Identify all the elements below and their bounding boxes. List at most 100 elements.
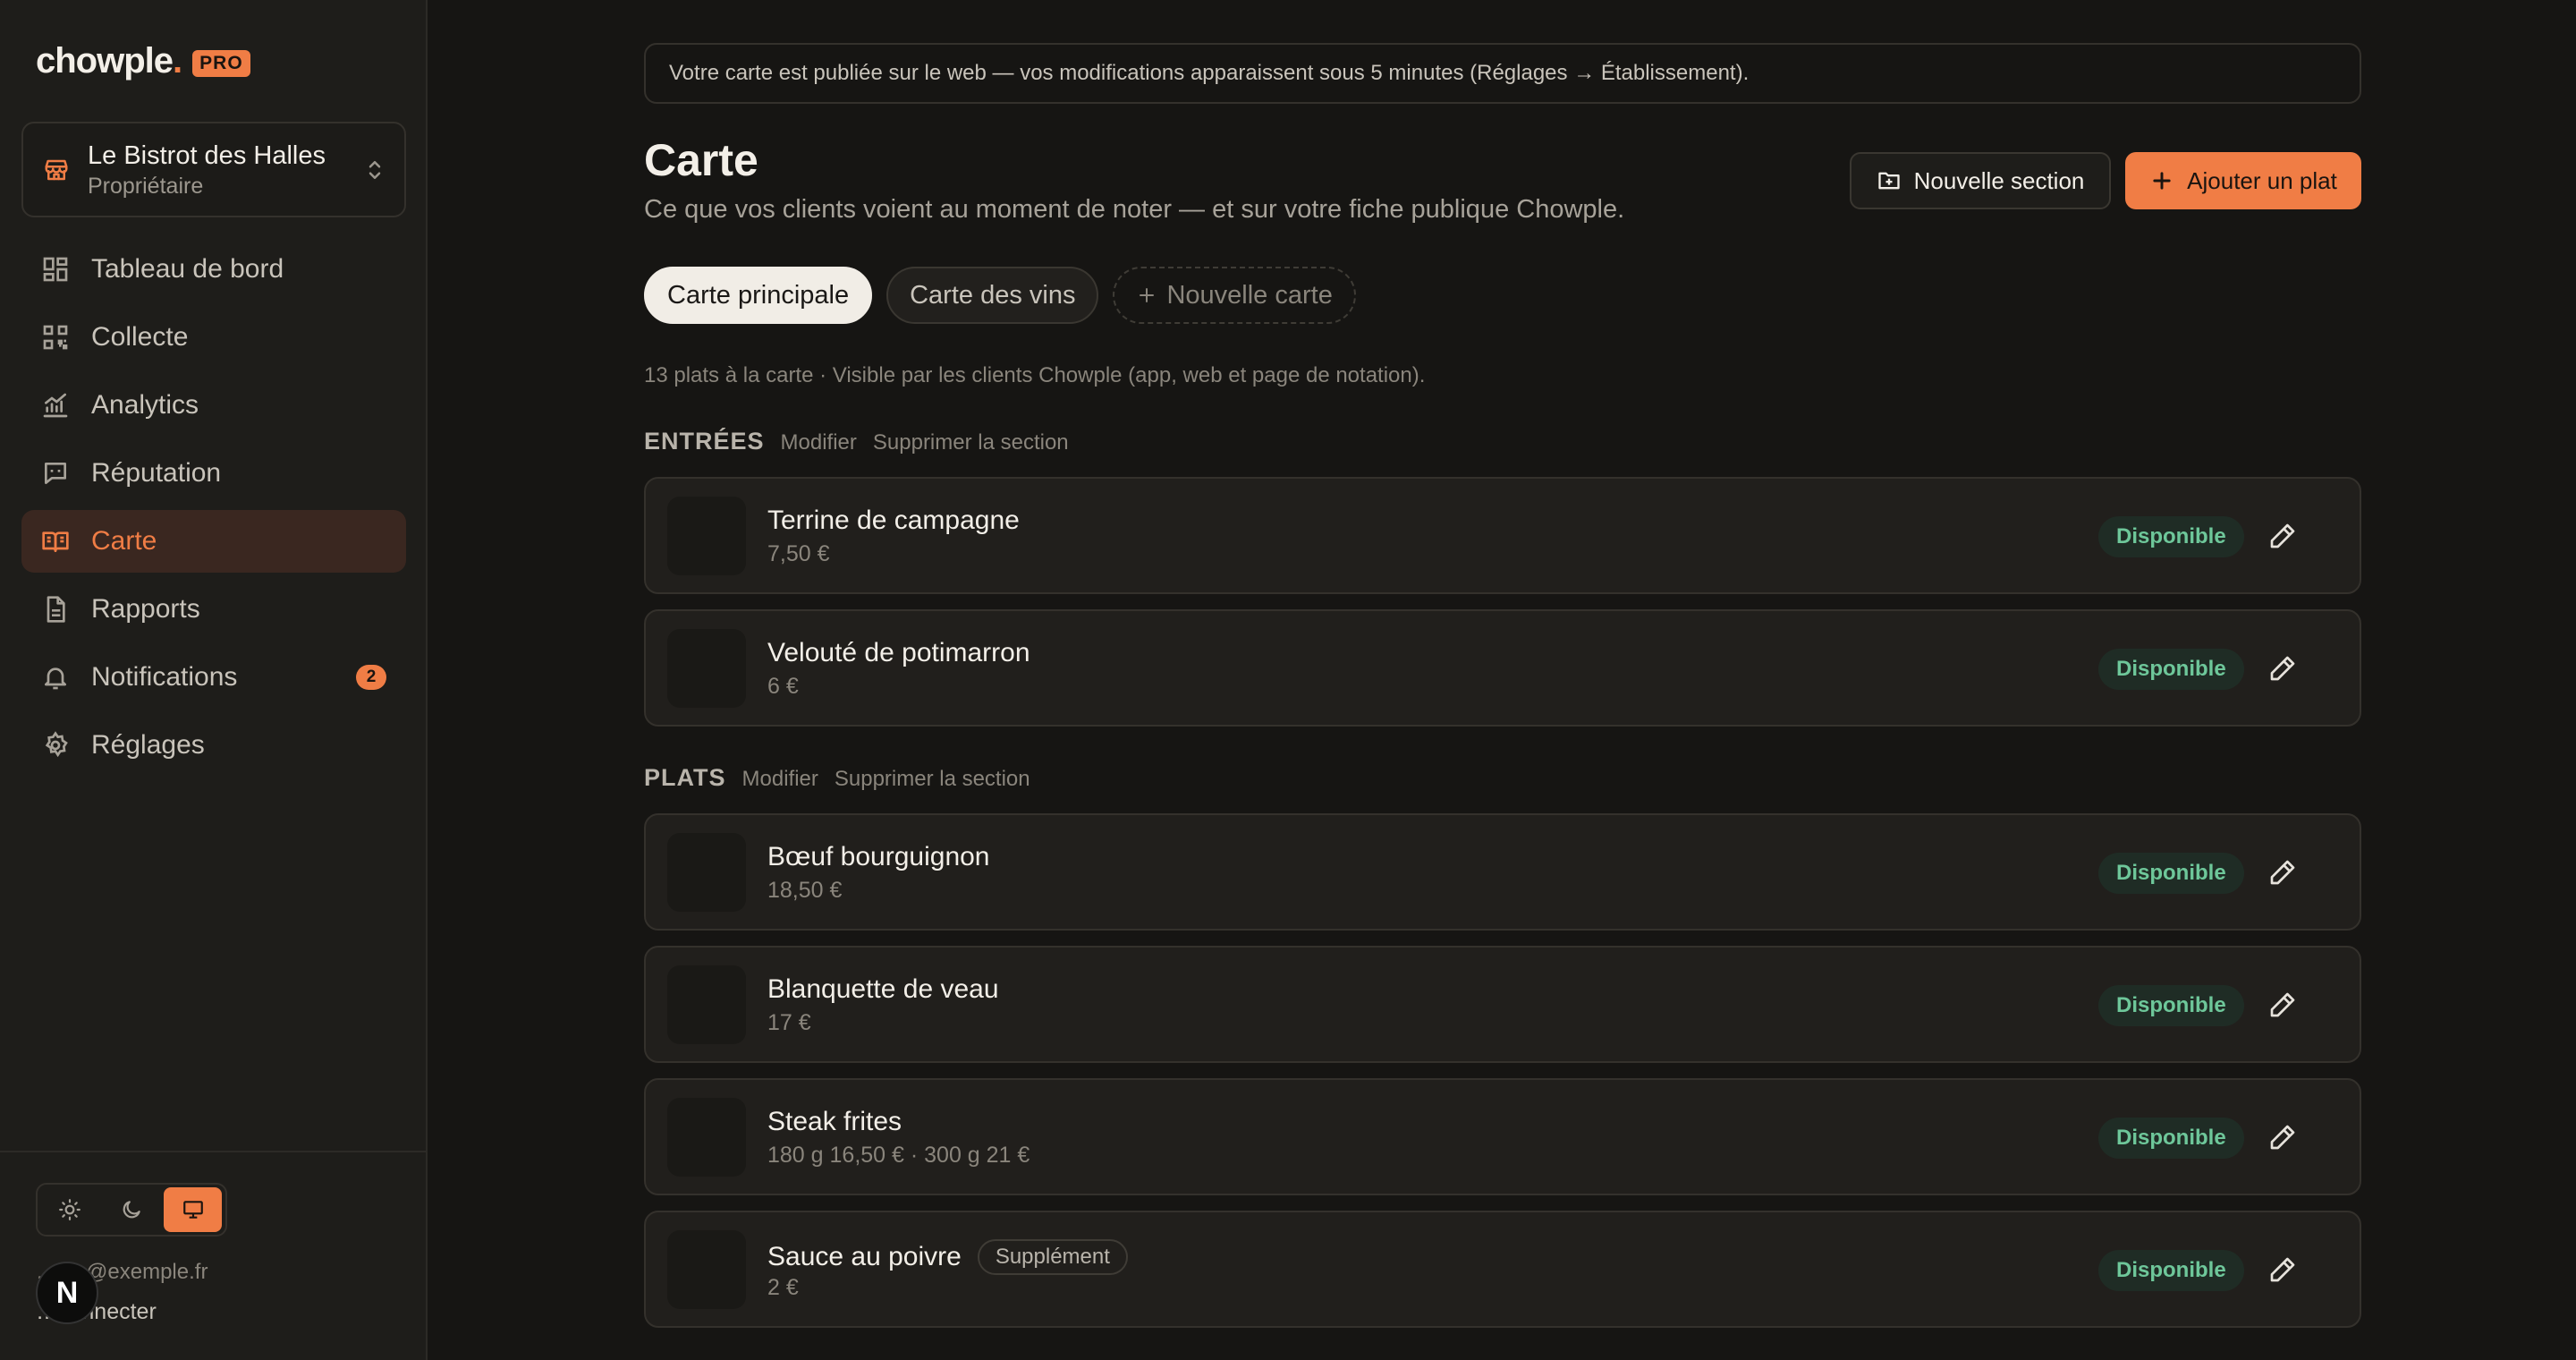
brand-dot: . — [173, 41, 182, 81]
edit-section-link[interactable]: Modifier — [742, 767, 818, 792]
dish-thumbnail — [667, 1098, 746, 1177]
document-icon — [47, 596, 65, 623]
notification-count-badge: 2 — [356, 665, 386, 690]
nav-item-analytics[interactable]: Analytics — [21, 374, 406, 437]
section-title: ENTRÉES — [644, 428, 765, 455]
delete-section-link[interactable]: Supprimer la section — [835, 767, 1030, 792]
new-menu-button[interactable]: Nouvelle carte — [1113, 267, 1356, 324]
availability-badge[interactable]: Disponible — [2098, 1118, 2244, 1159]
pencil-icon — [2270, 656, 2295, 681]
dish-name-text: Blanquette de veau — [767, 974, 999, 1004]
dish-card[interactable]: Sauce au poivre Supplément 2 € Disponibl… — [644, 1211, 2361, 1328]
folder-plus-icon — [1877, 172, 1900, 190]
availability-badge[interactable]: Disponible — [2098, 853, 2244, 894]
nav-label: Rapports — [91, 594, 200, 624]
new-section-button[interactable]: Nouvelle section — [1850, 152, 2111, 209]
add-dish-label: Ajouter un plat — [2187, 166, 2337, 194]
edit-dish-button[interactable] — [2265, 854, 2301, 890]
dish-name: Steak frites — [767, 1107, 902, 1137]
edit-dish-button[interactable] — [2265, 987, 2301, 1023]
dish-name: Bœuf bourguignon — [767, 842, 990, 872]
nav-item-rapports[interactable]: Rapports — [21, 578, 406, 641]
dish-card[interactable]: Terrine de campagne 7,50 € Disponible — [644, 477, 2361, 594]
dish-card[interactable]: Velouté de potimarron 6 € Disponible — [644, 609, 2361, 727]
dish-thumbnail — [667, 965, 746, 1044]
nav-item-notifications[interactable]: Notifications 2 — [21, 646, 406, 709]
add-dish-button[interactable]: Ajouter un plat — [2125, 152, 2361, 209]
page-subtitle: Ce que vos clients voient au moment de n… — [644, 195, 1625, 224]
dish-card[interactable]: Steak frites 180 g 16,50 € · 300 g 21 € … — [644, 1078, 2361, 1195]
message-icon — [45, 463, 66, 484]
nav-label: Analytics — [91, 390, 199, 420]
plus-icon — [1140, 288, 1155, 302]
nav-label: Carte — [91, 526, 157, 556]
dish-card[interactable]: Bœuf bourguignon 18,50 € Disponible — [644, 813, 2361, 931]
edit-dish-button[interactable] — [2265, 650, 2301, 686]
store-icon — [45, 159, 68, 180]
dish-thumbnail — [667, 497, 746, 575]
nav-item-collecte[interactable]: Collecte — [21, 306, 406, 369]
dish-price: 180 g 16,50 € · 300 g 21 € — [767, 1143, 1030, 1168]
nav-label: Notifications — [91, 662, 238, 692]
nav-item-reglages[interactable]: Réglages — [21, 714, 406, 777]
avatar[interactable]: N — [36, 1262, 98, 1324]
dish-price: 6 € — [767, 674, 799, 699]
tab-carte-principale[interactable]: Carte principale — [644, 267, 873, 324]
gear-icon — [45, 731, 68, 758]
chevron-updown-icon — [369, 160, 381, 179]
sidebar: chowple. PRO Le Bistrot des Halles Propr… — [0, 0, 428, 1360]
chart-icon — [43, 393, 68, 418]
nav-item-reputation[interactable]: Réputation — [21, 442, 406, 505]
nav-label: Collecte — [91, 322, 189, 352]
monitor-icon — [182, 1201, 203, 1219]
dish-name-text: Bœuf bourguignon — [767, 842, 990, 871]
edit-dish-button[interactable] — [2265, 1119, 2301, 1155]
nav-label: Tableau de bord — [91, 254, 284, 284]
light-theme-button[interactable] — [41, 1187, 99, 1232]
sun-icon — [59, 1199, 81, 1220]
nav-item-dashboard[interactable]: Tableau de bord — [21, 238, 406, 301]
supplement-tag: Supplément — [977, 1239, 1128, 1275]
page-title: Carte — [644, 135, 758, 185]
theme-switcher — [36, 1183, 227, 1237]
nav-label: Réputation — [91, 458, 222, 488]
pencil-icon — [2270, 1257, 2295, 1282]
venue-switcher[interactable]: Le Bistrot des Halles Propriétaire — [21, 122, 406, 217]
nav-item-carte[interactable]: Carte — [21, 510, 406, 573]
dish-name: Blanquette de veau — [767, 974, 999, 1005]
banner-text: Votre carte est publiée sur le web — vos… — [669, 61, 1750, 85]
new-menu-label: Nouvelle carte — [1166, 280, 1333, 310]
brand-logo[interactable]: chowple. PRO — [36, 41, 250, 81]
dark-theme-button[interactable] — [103, 1187, 161, 1232]
availability-badge[interactable]: Disponible — [2098, 1250, 2244, 1291]
dish-thumbnail — [667, 833, 746, 912]
availability-badge[interactable]: Disponible — [2098, 516, 2244, 557]
menu-tabs: Carte principale Carte des vins Nouvelle… — [644, 267, 1356, 324]
edit-dish-button[interactable] — [2265, 518, 2301, 554]
section-header: PLATS Modifier Supprimer la section — [644, 764, 1030, 792]
nav-label: Réglages — [91, 730, 205, 760]
publish-info-banner: Votre carte est publiée sur le web — vos… — [644, 43, 2361, 104]
moon-icon — [123, 1201, 140, 1219]
delete-section-link[interactable]: Supprimer la section — [873, 430, 1069, 455]
dish-name: Terrine de campagne — [767, 506, 1020, 536]
edit-section-link[interactable]: Modifier — [781, 430, 857, 455]
system-theme-button[interactable] — [164, 1187, 223, 1232]
dish-card[interactable]: Blanquette de veau 17 € Disponible — [644, 946, 2361, 1063]
section-header: ENTRÉES Modifier Supprimer la section — [644, 428, 1069, 455]
dish-thumbnail — [667, 629, 746, 708]
dish-price: 18,50 € — [767, 878, 843, 903]
qr-code-icon — [43, 325, 68, 350]
venue-name: Le Bistrot des Halles — [88, 140, 326, 170]
pencil-icon — [2270, 1125, 2295, 1150]
availability-badge[interactable]: Disponible — [2098, 649, 2244, 690]
bell-icon — [45, 667, 66, 690]
availability-badge[interactable]: Disponible — [2098, 985, 2244, 1026]
dish-price: 2 € — [767, 1275, 799, 1300]
tab-carte-des-vins[interactable]: Carte des vins — [886, 267, 1099, 324]
dish-count-info: 13 plats à la carte · Visible par les cl… — [644, 363, 1426, 387]
section-title: PLATS — [644, 764, 726, 791]
pro-badge: PRO — [192, 49, 250, 77]
dish-name-text: Sauce au poivre — [767, 1242, 962, 1271]
edit-dish-button[interactable] — [2265, 1252, 2301, 1288]
